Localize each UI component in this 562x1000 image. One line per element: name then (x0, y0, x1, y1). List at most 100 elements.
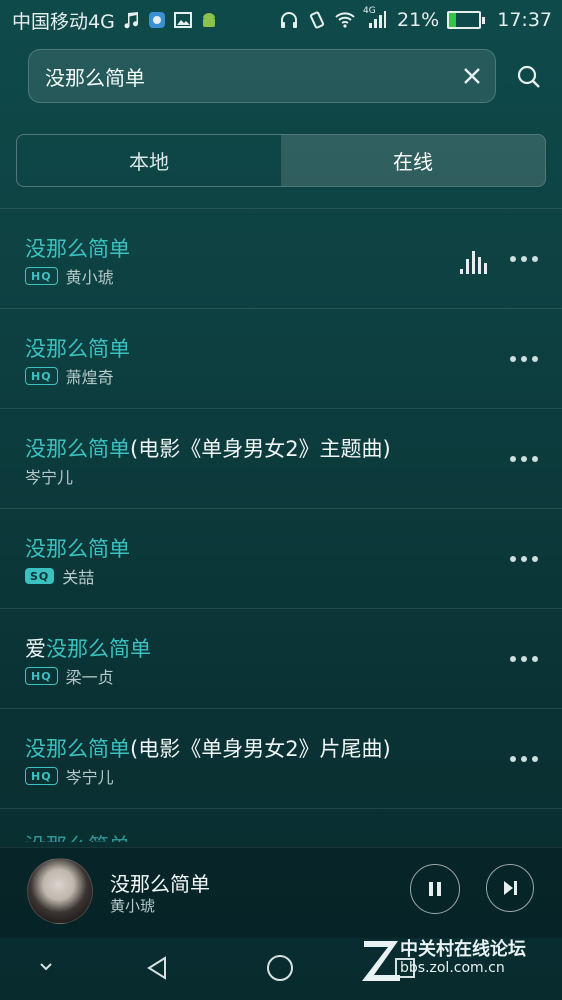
song-artist: 萧煌奇 (65, 368, 114, 387)
search-button[interactable] (510, 58, 548, 96)
more-options-button[interactable] (510, 749, 538, 769)
pause-button[interactable] (410, 864, 460, 914)
more-dot-icon (510, 656, 516, 662)
tab-online[interactable]: 在线 (281, 135, 545, 186)
more-dot-icon (521, 456, 527, 462)
song-artist: 关喆 (62, 568, 95, 587)
quality-badge: HQ (25, 267, 58, 285)
title-prefix: 爱 (25, 637, 46, 661)
more-options-button[interactable] (510, 649, 538, 669)
title-suffix: (电影《单身男女2》片尾曲) (130, 737, 391, 761)
more-dot-icon (532, 256, 538, 262)
more-dot-icon (521, 356, 527, 362)
watermark-title: 中关村在线论坛 (400, 939, 526, 960)
tab-local[interactable]: 本地 (17, 135, 281, 186)
more-dot-icon (521, 556, 527, 562)
home-button[interactable] (263, 951, 297, 985)
signal-icon: 4G (363, 6, 389, 30)
more-dot-icon (532, 756, 538, 762)
gallery-icon (173, 10, 193, 30)
title-match: 没那么简单 (25, 337, 130, 361)
song-meta: HQ 梁一贞 (25, 664, 114, 688)
title-match: 没那么简单 (25, 237, 130, 261)
more-dot-icon (532, 556, 538, 562)
headphones-icon (279, 10, 299, 30)
carrier-label: 中国移动4G (12, 10, 115, 33)
more-options-button[interactable] (510, 549, 538, 569)
song-artist: 梁一贞 (65, 668, 114, 687)
song-row[interactable]: 没那么简单 HQ 黄小琥 (0, 209, 562, 309)
quality-badge: HQ (25, 667, 58, 685)
title-match: 没那么简单 (25, 437, 130, 461)
song-title: 没那么简单(电影《单身男女2》主题曲) (25, 433, 391, 463)
clock: 17:37 (497, 9, 552, 31)
more-dot-icon (510, 756, 516, 762)
now-playing-title: 没那么简单 (110, 872, 210, 896)
title-match: 没那么简单 (25, 537, 130, 561)
more-dot-icon (510, 256, 516, 262)
close-icon (464, 68, 480, 84)
song-row[interactable]: 没那么简单 SQ 关喆 (0, 509, 562, 609)
result-list: 没那么简单 HQ 黄小琥 没那么简单 HQ 萧煌奇 没那么简单(电影《单身男女2》主题曲) 岑… (0, 208, 562, 809)
song-meta: HQ 萧煌奇 (25, 364, 114, 388)
song-meta: HQ 岑宁儿 (25, 764, 114, 788)
tab-local-label: 本地 (129, 150, 169, 174)
more-dot-icon (532, 356, 538, 362)
more-dot-icon (510, 456, 516, 462)
vibrate-icon (307, 10, 327, 30)
music-note-icon (121, 10, 141, 30)
watermark-url: bbs.zol.com.cn (400, 960, 505, 976)
more-dot-icon (510, 356, 516, 362)
song-row[interactable]: 没那么简单 HQ 萧煌奇 (0, 309, 562, 409)
home-circle-icon (267, 955, 293, 981)
now-playing-artist: 黄小琥 (110, 897, 156, 915)
skip-next-icon (504, 881, 517, 895)
more-options-button[interactable] (510, 349, 538, 369)
song-meta: 岑宁儿 (25, 464, 73, 488)
collapse-nav-button[interactable] (34, 955, 58, 979)
more-dot-icon (532, 656, 538, 662)
zol-logo-icon (362, 941, 400, 981)
back-triangle-icon (147, 956, 166, 980)
quality-badge: SQ (25, 568, 55, 584)
now-playing-equalizer-icon (460, 251, 487, 274)
watermark: 中关村在线论坛 bbs.zol.com.cn (360, 930, 560, 990)
song-artist: 岑宁儿 (65, 768, 114, 787)
song-title: 没那么简单 (25, 333, 130, 363)
more-dot-icon (521, 256, 527, 262)
more-dot-icon (521, 756, 527, 762)
song-row[interactable]: 没那么简单(电影《单身男女2》片尾曲) HQ 岑宁儿 (0, 709, 562, 809)
back-button[interactable] (140, 951, 174, 985)
now-playing-bar[interactable]: 没那么简单 黄小琥 (0, 847, 562, 938)
song-row[interactable]: 没那么简单(电影《单身男女2》主题曲) 岑宁儿 (0, 409, 562, 509)
partial-list-item: 没那么简单 (25, 830, 130, 842)
song-meta: HQ 黄小琥 (25, 264, 114, 288)
song-meta: SQ 关喆 (25, 564, 94, 588)
clear-search-button[interactable] (449, 53, 495, 99)
title-suffix: (电影《单身男女2》主题曲) (130, 437, 391, 461)
song-artist: 岑宁儿 (25, 468, 74, 487)
more-options-button[interactable] (510, 449, 538, 469)
album-art[interactable] (27, 858, 93, 924)
more-dot-icon (532, 456, 538, 462)
song-row[interactable]: 爱没那么简单 HQ 梁一贞 (0, 609, 562, 709)
pause-icon (429, 882, 441, 896)
search-box (28, 49, 496, 103)
search-icon (517, 65, 540, 88)
status-bar: 中国移动4G 4G 21% 17:37 (0, 0, 562, 40)
more-options-button[interactable] (510, 249, 538, 269)
battery-icon (447, 11, 486, 29)
next-track-button[interactable] (486, 864, 534, 912)
network-badge: 4G (363, 6, 376, 16)
chevron-down-icon (40, 963, 52, 971)
title-match: 没那么简单 (46, 637, 151, 661)
quality-badge: HQ (25, 367, 58, 385)
quality-badge: HQ (25, 767, 58, 785)
battery-percent: 21% (397, 9, 440, 31)
search-input[interactable] (29, 63, 449, 89)
source-tabs: 本地 在线 (16, 134, 546, 187)
song-title: 没那么简单 (25, 233, 130, 263)
title-match: 没那么简单 (25, 737, 130, 761)
android-icon (199, 10, 219, 30)
tab-online-label: 在线 (393, 150, 433, 174)
